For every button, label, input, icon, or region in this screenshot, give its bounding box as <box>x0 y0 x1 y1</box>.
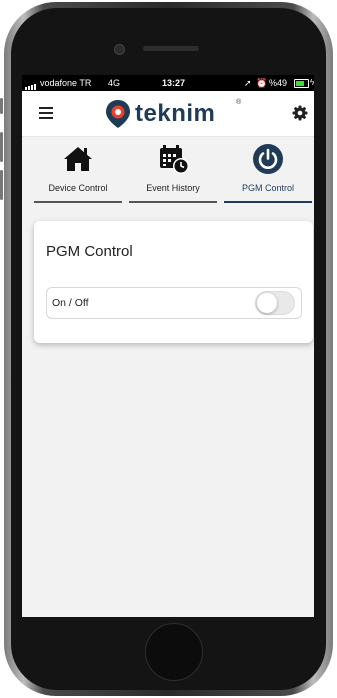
calendar-clock-icon <box>160 145 189 174</box>
card-title: PGM Control <box>46 243 133 260</box>
charging-icon: ϟ <box>310 78 314 87</box>
battery-percent: %49 <box>269 78 288 88</box>
tab-event-history[interactable]: Event History <box>128 137 218 203</box>
registered-mark: ® <box>236 99 242 106</box>
hamburger-menu-icon[interactable] <box>39 107 53 119</box>
tab-label: Device Control <box>48 183 108 193</box>
signal-icon <box>25 80 37 90</box>
status-time: 13:27 <box>162 78 186 88</box>
on-off-toggle[interactable] <box>255 291 295 315</box>
tab-label: PGM Control <box>241 183 294 193</box>
location-pin-logo-icon <box>106 100 130 128</box>
front-camera <box>114 44 125 55</box>
tab-pgm-control[interactable]: PGM Control <box>223 137 313 203</box>
on-off-row: On / Off <box>46 287 302 319</box>
pgm-control-card: PGM Control On / Off <box>34 221 313 343</box>
earpiece-speaker <box>143 46 199 51</box>
brand-name: teknim <box>135 100 216 127</box>
tab-label: Event History <box>146 183 200 193</box>
home-button[interactable] <box>145 623 203 681</box>
tab-device-control[interactable]: Device Control <box>33 137 123 203</box>
location-icon: ➚ <box>244 78 252 88</box>
home-icon <box>64 147 92 171</box>
tab-underline <box>34 201 122 203</box>
toggle-knob <box>257 293 277 313</box>
volume-up-button <box>0 132 3 162</box>
battery-icon <box>294 79 309 88</box>
carrier-name: vodafone TR <box>40 78 92 88</box>
app-header: teknim ® <box>22 91 314 137</box>
tab-bar: Device Control Event History PGM Control <box>22 137 314 203</box>
tab-underline <box>129 201 217 203</box>
on-off-label: On / Off <box>52 297 89 309</box>
network-type: 4G <box>108 78 121 88</box>
alarm-icon: ⏰ <box>256 78 268 88</box>
tab-underline-active <box>224 201 312 203</box>
status-bar: vodafone TR 4G 13:27 ➚ ⏰ %49 ϟ <box>22 75 314 91</box>
mute-switch <box>0 98 3 114</box>
volume-down-button <box>0 170 3 200</box>
power-icon <box>253 144 283 174</box>
app-screen: vodafone TR 4G 13:27 ➚ ⏰ %49 ϟ teknim ® <box>22 75 314 617</box>
settings-gear-icon[interactable] <box>292 105 308 121</box>
